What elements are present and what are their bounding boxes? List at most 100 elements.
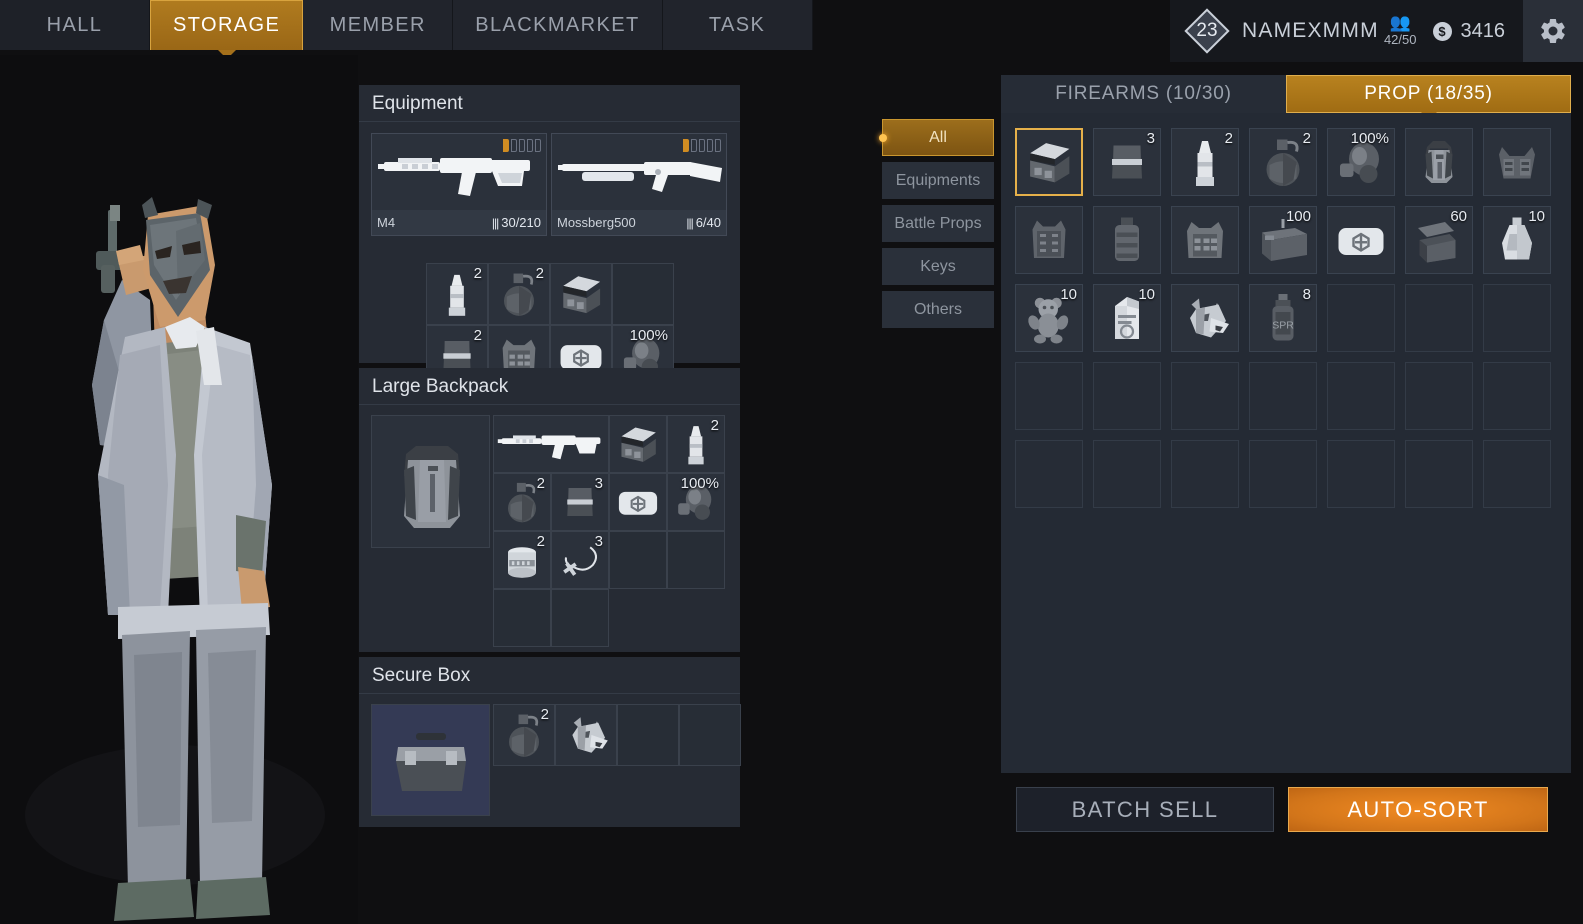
storage-empty-cell[interactable] xyxy=(1405,362,1473,430)
storage-empty-cell[interactable] xyxy=(1171,440,1239,508)
filter-others[interactable]: Others xyxy=(882,291,994,328)
attachment-slot-empty xyxy=(715,139,721,152)
secure-box-slot-item[interactable]: 2 xyxy=(493,704,555,766)
secure-box-slot-empty[interactable] xyxy=(617,704,679,766)
backpack-slot-empty[interactable] xyxy=(667,531,725,589)
secure-box-container-slot[interactable] xyxy=(371,704,490,816)
equipment-slot-empty[interactable] xyxy=(612,263,674,325)
storage-empty-cell[interactable] xyxy=(1015,362,1083,430)
backpack-slot-item[interactable]: 3 xyxy=(551,531,609,589)
storage-item-cell[interactable] xyxy=(1015,128,1083,196)
storage-empty-cell[interactable] xyxy=(1483,362,1551,430)
storage-item-cell[interactable]: 100% xyxy=(1327,128,1395,196)
auto-sort-button[interactable]: AUTO-SORT xyxy=(1288,787,1548,832)
tab-task-label: TASK xyxy=(708,13,766,36)
tab-hall[interactable]: HALL xyxy=(0,0,150,50)
secure-box-slot-item[interactable] xyxy=(555,704,617,766)
storage-empty-cell[interactable] xyxy=(1249,362,1317,430)
equipment-slot-item[interactable] xyxy=(550,263,612,325)
filter-battle-props-label: Battle Props xyxy=(894,214,982,232)
backpack-slot-item[interactable]: 2 xyxy=(493,473,551,531)
tab-blackmarket-label: BLACKMARKET xyxy=(475,13,640,36)
filter-keys-label: Keys xyxy=(920,257,956,275)
attachment-slot-filled xyxy=(503,139,509,152)
coin-icon: $ xyxy=(1432,21,1452,41)
storage-item-cell[interactable]: SPR 8 xyxy=(1249,284,1317,352)
currency-value: 3416 xyxy=(1460,19,1506,42)
backpack-slot-item[interactable] xyxy=(609,473,667,531)
storage-empty-cell[interactable] xyxy=(1483,284,1551,352)
character-preview[interactable] xyxy=(0,55,358,924)
wolf-head-icon xyxy=(556,705,616,765)
secure-box-item-grid: 2 xyxy=(493,704,741,766)
member-capacity: 👥 42/50 xyxy=(1384,13,1417,47)
tab-member[interactable]: MEMBER xyxy=(303,0,454,50)
storage-empty-cell[interactable] xyxy=(1249,440,1317,508)
storage-item-cell[interactable] xyxy=(1327,206,1395,274)
storage-item-cell[interactable]: 2 xyxy=(1249,128,1317,196)
item-quantity: 3 xyxy=(594,533,603,550)
storage-empty-cell[interactable] xyxy=(1327,362,1395,430)
weapon-footer: Mossberg500 ||| 6/40 xyxy=(552,210,726,235)
equipment-weapon-slot-secondary[interactable]: Mossberg500 ||| 6/40 xyxy=(551,133,727,236)
filter-keys[interactable]: Keys xyxy=(882,248,994,285)
medkit-icon xyxy=(1328,207,1394,273)
storage-empty-cell[interactable] xyxy=(1483,440,1551,508)
storage-item-cell[interactable] xyxy=(1093,206,1161,274)
storage-empty-cell[interactable] xyxy=(1327,284,1395,352)
batch-sell-button[interactable]: BATCH SELL xyxy=(1016,787,1274,832)
filter-equipments[interactable]: Equipments xyxy=(882,162,994,199)
secure-box-slot-empty[interactable] xyxy=(679,704,741,766)
weapon-footer: M4 ||| 30/210 xyxy=(372,210,546,235)
filter-all[interactable]: All xyxy=(882,119,994,156)
storage-empty-cell[interactable] xyxy=(1405,284,1473,352)
weapon-ammo: ||| 6/40 xyxy=(686,215,721,230)
storage-item-cell[interactable]: 60 xyxy=(1405,206,1473,274)
player-name: NAMEXMMM xyxy=(1242,19,1379,42)
storage-item-cell[interactable] xyxy=(1171,206,1239,274)
item-quantity: 10 xyxy=(1528,208,1545,225)
storage-item-cell[interactable]: 100 xyxy=(1249,206,1317,274)
storage-empty-cell[interactable] xyxy=(1093,362,1161,430)
tab-storage[interactable]: STORAGE xyxy=(150,0,304,50)
storage-empty-cell[interactable] xyxy=(1327,440,1395,508)
equipment-weapon-slot-primary[interactable]: M4 ||| 30/210 xyxy=(371,133,547,236)
storage-empty-cell[interactable] xyxy=(1171,362,1239,430)
backpack-slot-item[interactable] xyxy=(609,415,667,473)
backpack-slot-item[interactable]: 2 xyxy=(667,415,725,473)
backpack-slot-empty[interactable] xyxy=(493,589,551,647)
storage-item-cell[interactable] xyxy=(1483,128,1551,196)
storage-item-cell[interactable]: 10 xyxy=(1483,206,1551,274)
backpack-slot-item[interactable]: 3 xyxy=(551,473,609,531)
storage-item-cell[interactable] xyxy=(1015,206,1083,274)
backpack-slot-item[interactable]: 100% xyxy=(667,473,725,531)
backpack-slot-empty[interactable] xyxy=(551,589,609,647)
storage-item-cell[interactable]: 10 xyxy=(1093,284,1161,352)
backpack-slot-empty[interactable] xyxy=(609,531,667,589)
item-quantity: 100 xyxy=(1285,208,1311,225)
tab-blackmarket[interactable]: BLACKMARKET xyxy=(453,0,663,50)
equipment-slot-item[interactable]: 2 xyxy=(426,263,488,325)
storage-empty-cell[interactable] xyxy=(1015,440,1083,508)
storage-item-cell[interactable]: 3 xyxy=(1093,128,1161,196)
level-badge: 23 xyxy=(1184,8,1230,54)
people-icon: 👥 xyxy=(1389,13,1411,32)
backpack-slot-item[interactable]: 2 xyxy=(493,531,551,589)
tab-prop[interactable]: PROP (18/35) xyxy=(1286,75,1571,113)
storage-item-cell[interactable] xyxy=(1171,284,1239,352)
backpack-slot-item[interactable] xyxy=(493,415,609,473)
filter-all-label: All xyxy=(929,128,947,146)
equipment-slot-item[interactable]: 2 xyxy=(488,263,550,325)
settings-button[interactable] xyxy=(1523,0,1583,62)
filter-battle-props[interactable]: Battle Props xyxy=(882,205,994,242)
storage-item-cell[interactable]: 10 xyxy=(1015,284,1083,352)
storage-item-cell[interactable] xyxy=(1405,128,1473,196)
storage-item-cell[interactable]: 2 xyxy=(1171,128,1239,196)
weapon-ammo-value: 6/40 xyxy=(695,215,721,230)
storage-empty-cell[interactable] xyxy=(1093,440,1161,508)
storage-empty-cell[interactable] xyxy=(1405,440,1473,508)
tab-firearms[interactable]: FIREARMS (10/30) xyxy=(1001,75,1286,113)
weapon-ammo-value: 30/210 xyxy=(501,215,541,230)
tab-task[interactable]: TASK xyxy=(662,0,813,50)
backpack-container-slot[interactable] xyxy=(371,415,490,548)
